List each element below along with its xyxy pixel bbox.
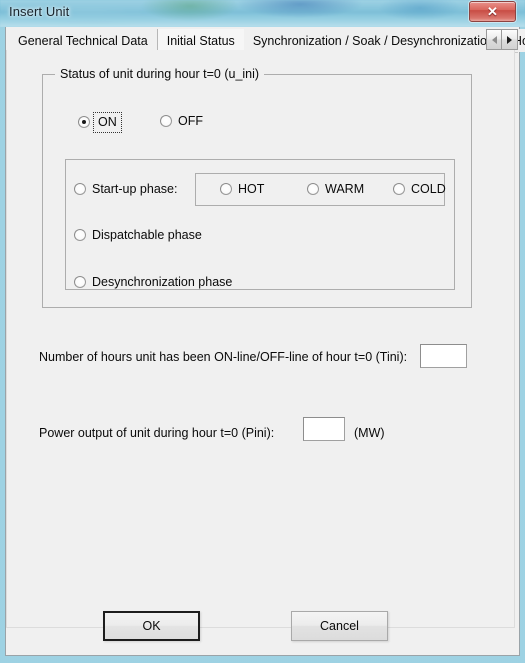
radio-on-icon [78, 116, 90, 129]
tab-synchronization-soak-desynchronization[interactable]: Synchronization / Soak / Desynchronizati… [243, 29, 504, 52]
radio-status-off[interactable]: OFF [160, 115, 203, 128]
radio-startup-cold[interactable]: COLD [393, 183, 446, 196]
radio-dispatchable-label: Dispatchable phase [92, 228, 202, 242]
cancel-button-label: Cancel [320, 619, 359, 633]
tini-label: Number of hours unit has been ON-line/OF… [39, 350, 408, 364]
dialog-window: Insert Unit ✕ General Technical Data Ini… [0, 0, 525, 663]
dialog-client-area: General Technical Data Initial Status Sy… [5, 27, 525, 656]
ok-button-label: OK [142, 619, 161, 633]
radio-cold-icon [393, 183, 405, 196]
tab-scroll-left-button[interactable] [486, 29, 502, 50]
radio-startup-warm[interactable]: WARM [307, 183, 364, 196]
radio-off-icon [160, 115, 172, 128]
pini-unit-label: (MW) [354, 426, 385, 440]
tab-list: General Technical Data Initial Status Sy… [9, 29, 525, 52]
tab-label: Synchronization / Soak / Desynchronizati… [252, 33, 494, 48]
title-bar-glass [0, 0, 525, 27]
tab-scroll-buttons [486, 29, 518, 51]
window-title: Insert Unit [9, 4, 70, 19]
startup-subphase-panel: HOT WARM COLD [195, 173, 446, 206]
radio-dispatchable-icon [74, 229, 86, 242]
triangle-left-icon [491, 35, 497, 44]
triangle-right-icon [507, 35, 512, 44]
tab-scroll-right-button[interactable] [502, 29, 518, 50]
radio-hot-label: HOT [238, 182, 265, 196]
close-x-icon: ✕ [487, 4, 498, 19]
tini-input[interactable] [420, 344, 467, 368]
radio-status-on[interactable]: ON [78, 112, 122, 133]
status-group-box: Status of unit during hour t=0 (u_ini) O… [42, 67, 472, 308]
radio-cold-label: COLD [411, 182, 446, 196]
cancel-button[interactable]: Cancel [291, 611, 388, 641]
tab-general-technical-data[interactable]: General Technical Data [9, 29, 158, 52]
radio-startup-icon [74, 183, 86, 196]
radio-warm-icon [307, 183, 319, 196]
status-group-label: Status of unit during hour t=0 (u_ini) [55, 67, 265, 81]
close-button[interactable]: ✕ [469, 1, 516, 22]
radio-desynchronization-label: Desynchronization phase [92, 275, 233, 289]
tab-label: General Technical Data [18, 33, 148, 48]
phase-panel: Start-up phase: HOT WARM COLD Dispatchab… [65, 159, 455, 290]
radio-dispatchable-phase[interactable]: Dispatchable phase [74, 229, 202, 242]
radio-hot-icon [220, 183, 232, 196]
radio-startup-phase[interactable]: Start-up phase: [74, 183, 177, 196]
ok-button[interactable]: OK [103, 611, 200, 641]
tab-initial-status[interactable]: Initial Status [157, 29, 244, 52]
radio-startup-hot[interactable]: HOT [220, 183, 264, 196]
radio-on-label: ON [93, 112, 122, 133]
radio-startup-label: Start-up phase: [92, 182, 178, 196]
tab-label: Initial Status [166, 33, 235, 48]
pini-label: Power output of unit during hour t=0 (Pi… [39, 426, 275, 440]
radio-off-label: OFF [178, 114, 203, 128]
title-bar: Insert Unit [0, 0, 525, 27]
radio-desynchronization-icon [74, 276, 86, 289]
radio-warm-label: WARM [325, 182, 365, 196]
pini-input[interactable] [303, 417, 345, 441]
radio-desynchronization-phase[interactable]: Desynchronization phase [74, 276, 232, 289]
